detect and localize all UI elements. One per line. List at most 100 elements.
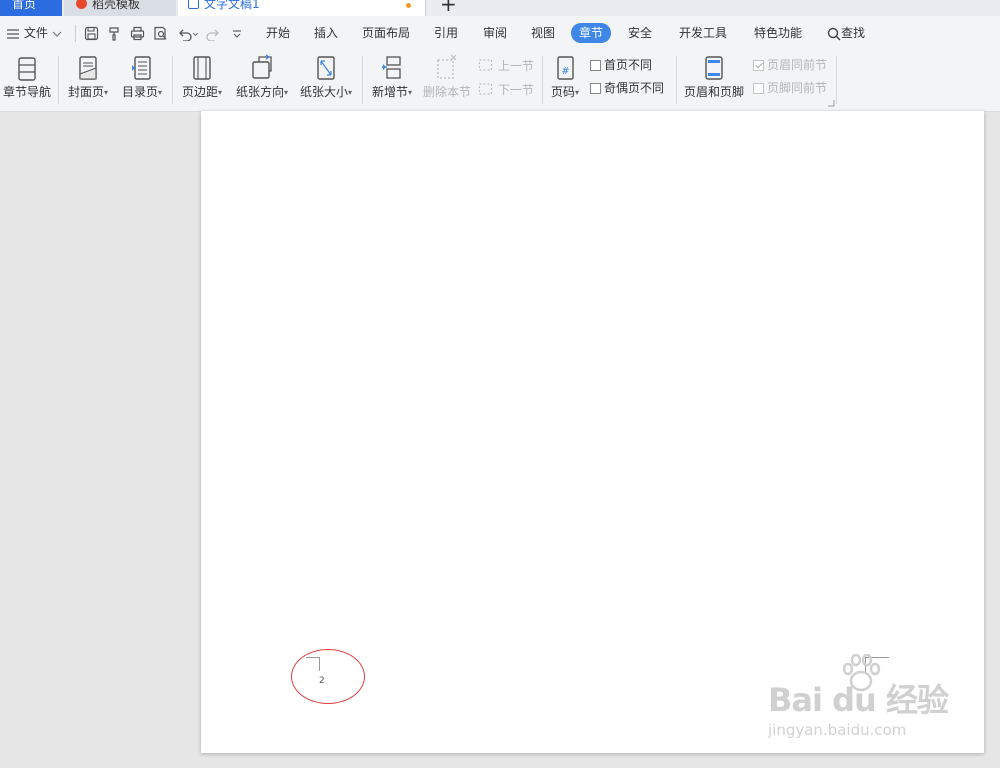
margins-icon — [193, 56, 211, 80]
search-icon — [827, 27, 841, 41]
next-section-button[interactable]: 下一节 — [478, 82, 534, 97]
tab-home-label: 首页 — [12, 0, 37, 11]
tab-page-layout[interactable]: 页面布局 — [362, 16, 410, 50]
save-icon — [84, 26, 99, 41]
separator — [75, 25, 76, 42]
paper-size-button[interactable]: 纸张大小▾ — [297, 52, 355, 100]
footer-same-prev-checkbox[interactable]: 页脚同前节 — [753, 81, 827, 95]
redo-button[interactable] — [206, 16, 221, 50]
separator — [836, 56, 837, 104]
file-menu-label: 文件 — [23, 26, 48, 40]
tab-insert[interactable]: 插入 — [314, 16, 338, 50]
hamburger-icon — [7, 28, 19, 39]
tab-review-label: 审阅 — [483, 26, 508, 40]
tab-insert-label: 插入 — [314, 26, 339, 40]
unsaved-dot-icon — [406, 3, 411, 8]
separator — [172, 56, 173, 104]
tab-chapter-label: 章节 — [571, 23, 612, 43]
print-button[interactable] — [130, 16, 145, 50]
customize-toolbar-button[interactable] — [231, 16, 243, 50]
dropdown-arrow-icon: ▾ — [575, 88, 580, 97]
tab-references[interactable]: 引用 — [434, 16, 458, 50]
tab-security-label: 安全 — [628, 26, 653, 40]
tab-templates[interactable]: 稻壳模板 — [64, 0, 176, 16]
chapter-ribbon: 章节导航 封面页▾ 目录页▾ 页边距▾ 纸张方向▾ 纸张大小▾ 新增节▾ 删除本… — [0, 50, 1000, 112]
first-page-diff-label: 首页不同 — [604, 58, 653, 72]
new-section-label: 新增节 — [371, 85, 408, 99]
cover-page-button[interactable]: 封面页▾ — [64, 52, 112, 100]
next-section-label: 下一节 — [497, 83, 534, 97]
paper-size-label: 纸张大小 — [299, 85, 348, 99]
margins-label: 页边距 — [181, 85, 218, 99]
annotation-circle — [291, 649, 365, 704]
chapter-nav-button[interactable]: 章节导航 — [2, 52, 52, 99]
delete-section-label: 删除本节 — [422, 85, 471, 99]
odd-even-diff-checkbox[interactable]: 奇偶页不同 — [590, 81, 664, 95]
header-same-prev-checkbox[interactable]: 页眉同前节 — [753, 58, 827, 72]
search-button[interactable]: 查找 — [827, 16, 865, 50]
header-same-prev-label: 页眉同前节 — [767, 58, 828, 72]
prev-section-label: 上一节 — [497, 59, 534, 73]
margins-button[interactable]: 页边距▾ — [178, 52, 226, 100]
tab-view[interactable]: 视图 — [531, 16, 555, 50]
docer-logo-icon — [76, 0, 87, 9]
format-painter-icon — [109, 27, 119, 41]
footer-same-prev-label: 页脚同前节 — [767, 81, 828, 95]
new-section-button[interactable]: 新增节▾ — [368, 52, 416, 100]
watermark-url: jingyan.baidu.com — [768, 721, 907, 739]
header-footer-button[interactable]: 页眉和页脚 — [682, 52, 746, 99]
tab-start-label: 开始 — [266, 26, 291, 40]
tab-document[interactable]: 文字文稿1 — [178, 0, 426, 16]
dialog-launcher-icon[interactable] — [828, 100, 835, 107]
checkbox-checked-icon — [753, 60, 764, 71]
tab-features[interactable]: 特色功能 — [754, 16, 802, 50]
tab-review[interactable]: 审阅 — [483, 16, 507, 50]
file-menu[interactable]: 文件 — [6, 16, 62, 50]
page-number-icon: # — [557, 56, 574, 80]
tab-features-label: 特色功能 — [754, 26, 803, 40]
odd-even-diff-label: 奇偶页不同 — [604, 81, 665, 95]
dropdown-arrow-icon: ▾ — [284, 88, 289, 97]
orientation-label: 纸张方向 — [235, 85, 284, 99]
first-page-diff-checkbox[interactable]: 首页不同 — [590, 58, 652, 72]
tab-document-label: 文字文稿1 — [204, 0, 260, 11]
tab-start[interactable]: 开始 — [266, 16, 290, 50]
tab-bar: 首页 稻壳模板 文字文稿1 + — [0, 0, 1000, 16]
search-label: 查找 — [841, 26, 866, 40]
cover-page-label: 封面页 — [67, 85, 104, 99]
print-icon — [130, 26, 145, 41]
dropdown-arrow-icon: ▾ — [348, 88, 353, 97]
delete-section-icon — [437, 54, 457, 79]
format-painter-button[interactable] — [107, 16, 122, 50]
separator — [362, 56, 363, 104]
chapter-nav-icon — [18, 57, 36, 81]
tab-home[interactable]: 首页 — [0, 0, 62, 16]
prev-section-button[interactable]: 上一节 — [478, 58, 534, 73]
paw-print-icon — [842, 654, 881, 692]
tab-developer-label: 开发工具 — [679, 26, 728, 40]
undo-button[interactable] — [177, 16, 199, 50]
dropdown-icon — [233, 29, 241, 38]
header-footer-label: 页眉和页脚 — [683, 85, 744, 99]
save-button[interactable] — [84, 16, 99, 50]
page-number-button[interactable]: # 页码▾ — [548, 52, 582, 100]
page-number-label: 页码 — [550, 85, 575, 99]
tab-security[interactable]: 安全 — [628, 16, 652, 50]
toc-page-label: 目录页 — [121, 85, 158, 99]
writer-doc-icon — [188, 0, 199, 9]
tab-view-label: 视图 — [531, 26, 556, 40]
tab-page-layout-label: 页面布局 — [362, 26, 411, 40]
tab-developer[interactable]: 开发工具 — [679, 16, 727, 50]
delete-section-button[interactable]: 删除本节 — [422, 52, 472, 99]
checkbox-icon — [590, 83, 601, 94]
dropdown-arrow-icon: ▾ — [158, 88, 163, 97]
separator — [58, 56, 59, 104]
tab-references-label: 引用 — [434, 26, 459, 40]
orientation-button[interactable]: 纸张方向▾ — [232, 52, 292, 100]
checkbox-icon — [753, 83, 764, 94]
dropdown-arrow-icon: ▾ — [408, 88, 413, 97]
new-tab-button[interactable]: + — [440, 0, 457, 16]
tab-chapter[interactable]: 章节 — [571, 16, 612, 50]
print-preview-button[interactable] — [153, 16, 168, 50]
toc-page-button[interactable]: 目录页▾ — [118, 52, 166, 100]
